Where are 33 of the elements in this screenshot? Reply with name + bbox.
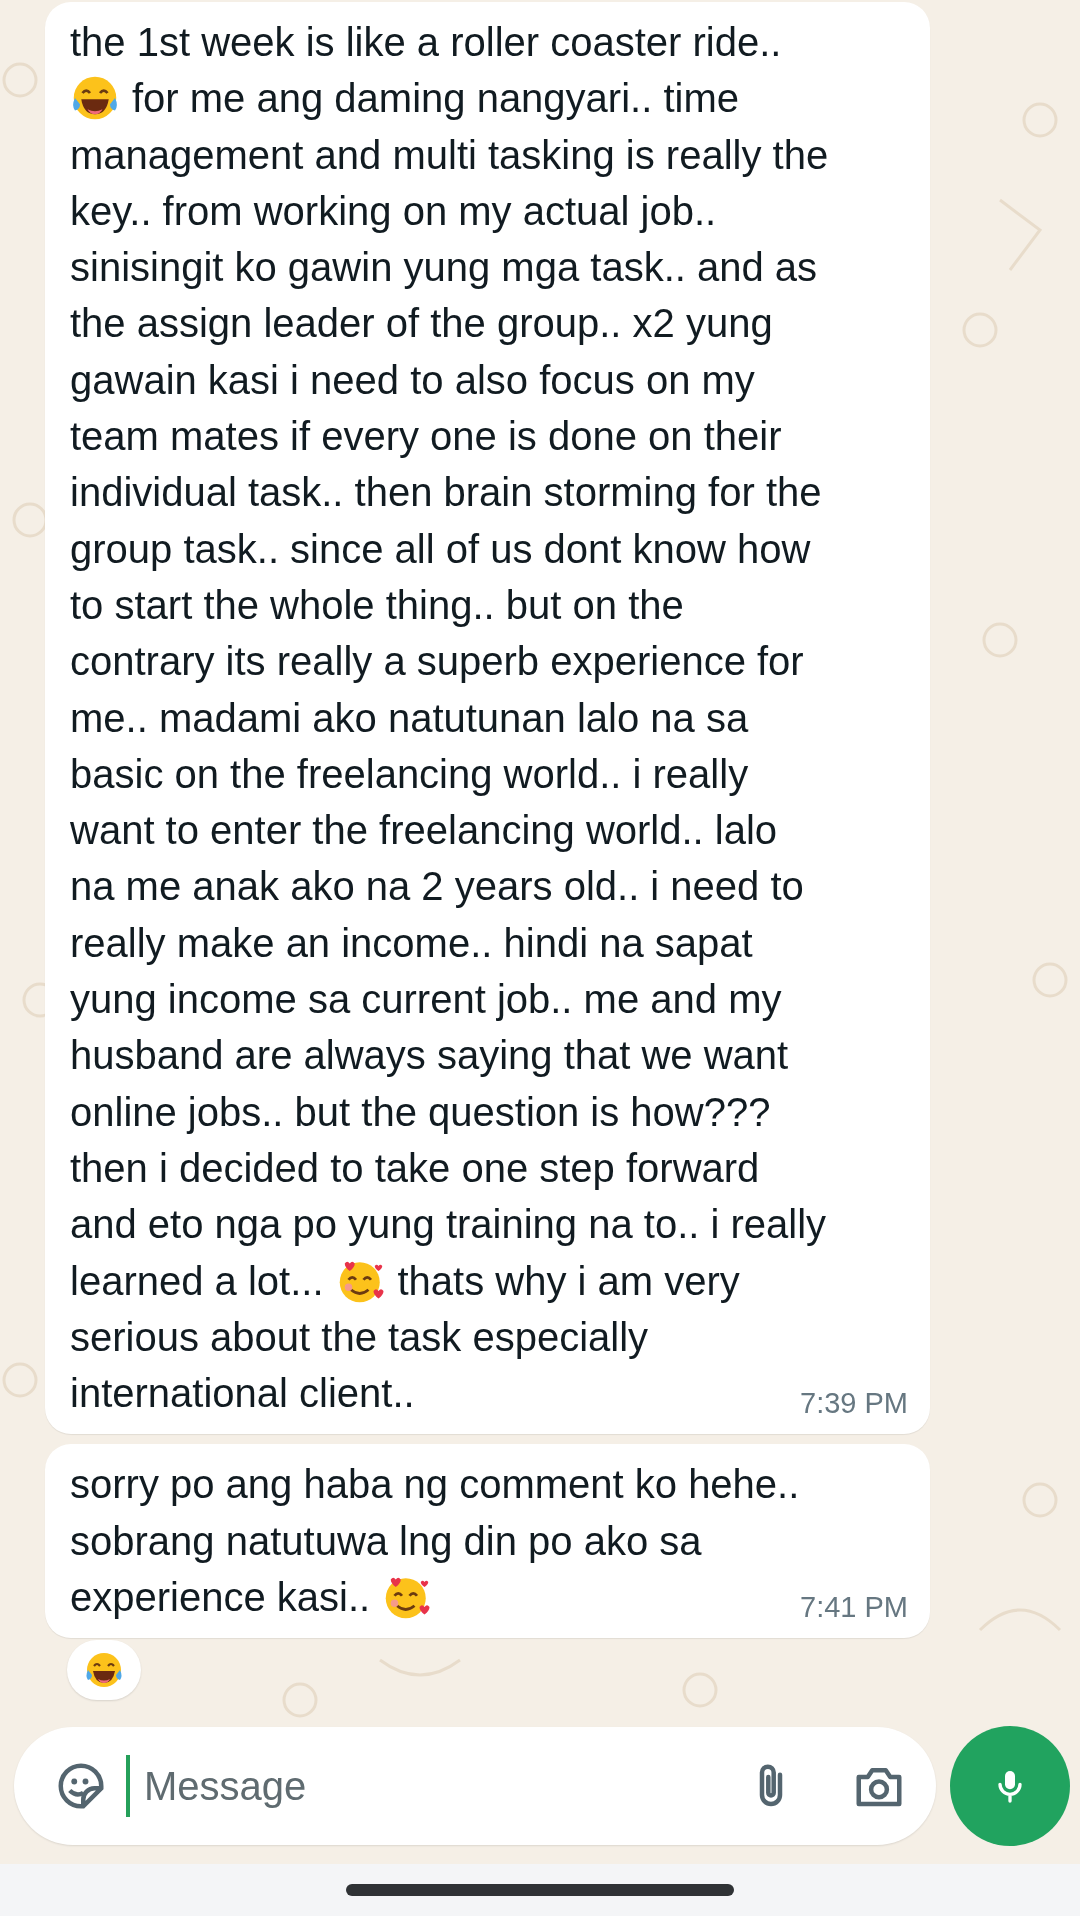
message-text: contrary its really a superb experience for xyxy=(70,638,804,686)
message-text: sobrang natutuwa lng din po ako sa xyxy=(70,1517,702,1565)
message-text: yung income sa current job.. me and my xyxy=(70,976,782,1024)
message-text: group task.. since all of us dont know how xyxy=(70,525,811,573)
message-text: na me anak ako na 2 years old.. i need to xyxy=(70,863,804,911)
reaction-chip[interactable] xyxy=(67,1640,141,1701)
message-text: the 1st week is like a roller coaster ride.. xyxy=(70,19,782,66)
message-time: 7:41 PM xyxy=(800,1591,908,1625)
message-text: really make an income.. hindi na sapat xyxy=(70,919,753,967)
message-input[interactable]: Message xyxy=(144,1763,730,1809)
message-text: learned a lot... xyxy=(70,1257,324,1305)
message-text: experience kasi.. xyxy=(70,1574,371,1621)
message-text: serious about the task especially xyxy=(70,1313,649,1361)
message-text: basic on the freelancing world.. i really xyxy=(70,750,749,798)
message-text: to start the whole thing.. but on the xyxy=(70,581,684,629)
message-text: gawain kasi i need to also focus on my xyxy=(70,356,755,404)
message-text: international client.. xyxy=(70,1370,415,1418)
message-text: individual task.. then brain storming for the xyxy=(70,469,822,517)
message-text: sinisingit ko gawin yung mga task.. and as xyxy=(70,244,818,292)
message-text: online jobs.. but the question is how??? xyxy=(70,1088,771,1136)
message-text: thats why i am very xyxy=(397,1257,740,1305)
message-text: then i decided to take one step forward xyxy=(70,1144,760,1192)
message-text: want to enter the freelancing world.. lalo xyxy=(70,807,778,855)
message-text: for me ang daming nangyari.. time xyxy=(132,75,739,123)
message-text: management and multi tasking is really the xyxy=(70,131,829,179)
message-text: sorry po ang haba ng comment ko hehe.. xyxy=(70,1461,800,1509)
message-text: husband are always saying that we want xyxy=(70,1032,789,1080)
message-text: team mates if every one is done on their xyxy=(70,413,782,461)
message-text: and eto nga po yung training na to.. i really xyxy=(70,1201,827,1249)
message-text: me.. madami ako natutunan lalo na sa xyxy=(70,694,749,742)
message-text: key.. from working on my actual job.. xyxy=(70,187,717,235)
message-text: the assign leader of the group.. x2 yung xyxy=(70,300,773,348)
message-time: 7:39 PM xyxy=(800,1387,908,1421)
